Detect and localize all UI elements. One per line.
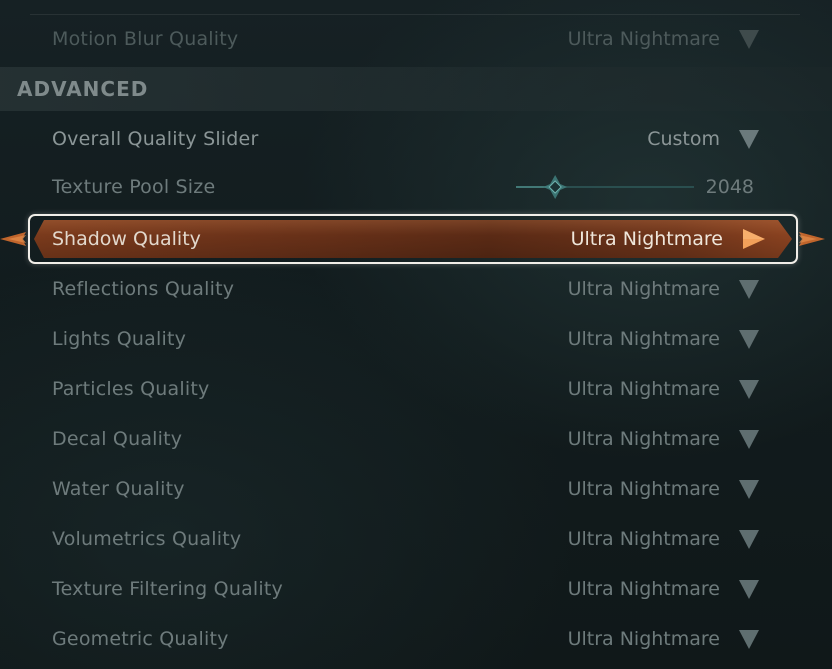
setting-label: Texture Filtering Quality [52,578,283,600]
setting-label: Volumetrics Quality [52,528,242,550]
triangle-down-icon[interactable] [736,626,762,652]
setting-value: Ultra Nightmare [567,28,720,50]
setting-value: Ultra Nightmare [567,628,720,650]
setting-row-reflections[interactable]: Reflections Quality Ultra Nightmare [30,268,798,310]
setting-label: Geometric Quality [52,628,229,650]
setting-row-volumetrics[interactable]: Volumetrics Quality Ultra Nightmare [30,518,798,560]
setting-row-lights[interactable]: Lights Quality Ultra Nightmare [30,318,798,360]
setting-label: Reflections Quality [52,278,235,300]
setting-value: Ultra Nightmare [567,328,720,350]
triangle-down-icon[interactable] [736,276,762,302]
setting-label: Overall Quality Slider [52,128,259,150]
triangle-right-icon[interactable] [740,226,768,252]
setting-row-water[interactable]: Water Quality Ultra Nightmare [30,468,798,510]
section-header-advanced: ADVANCED [0,67,832,111]
setting-value: Ultra Nightmare [567,378,720,400]
triangle-down-icon[interactable] [736,326,762,352]
setting-value: Ultra Nightmare [567,478,720,500]
setting-row-overall-quality[interactable]: Overall Quality Slider Custom [30,118,798,160]
setting-label: Water Quality [52,478,185,500]
setting-value: Custom [647,128,720,150]
triangle-down-icon[interactable] [736,26,762,52]
setting-label: Shadow Quality [52,228,201,250]
setting-value: 2048 [705,176,754,198]
triangle-down-icon[interactable] [736,126,762,152]
triangle-down-icon[interactable] [736,426,762,452]
setting-value: Ultra Nightmare [570,228,723,250]
triangle-down-icon[interactable] [736,376,762,402]
setting-value: Ultra Nightmare [567,428,720,450]
setting-label: Particles Quality [52,378,210,400]
selection-left-arrow-icon [0,232,26,246]
triangle-down-icon[interactable] [736,576,762,602]
setting-row-shadow-quality[interactable]: Shadow Quality Ultra Nightmare [28,214,798,264]
setting-row-particles[interactable]: Particles Quality Ultra Nightmare [30,368,798,410]
settings-screen: Motion Blur Quality Ultra Nightmare ADVA… [0,0,832,669]
triangle-down-icon[interactable] [736,476,762,502]
diamond-handle-icon[interactable] [543,175,568,199]
setting-value: Ultra Nightmare [567,528,720,550]
section-title: ADVANCED [17,77,149,101]
setting-label: Lights Quality [52,328,187,350]
setting-label: Texture Pool Size [52,176,216,198]
setting-value: Ultra Nightmare [567,578,720,600]
setting-row-decal[interactable]: Decal Quality Ultra Nightmare [30,418,798,460]
setting-row-geometric[interactable]: Geometric Quality Ultra Nightmare [30,618,798,660]
divider [30,14,800,15]
setting-row-texture-filtering[interactable]: Texture Filtering Quality Ultra Nightmar… [30,568,798,610]
selection-right-arrow-icon [799,232,825,246]
setting-value: Ultra Nightmare [567,278,720,300]
texture-pool-slider[interactable] [516,172,694,202]
triangle-down-icon[interactable] [736,526,762,552]
setting-label: Motion Blur Quality [52,28,239,50]
setting-row-motion-blur[interactable]: Motion Blur Quality Ultra Nightmare [30,18,798,60]
setting-row-texture-pool[interactable]: Texture Pool Size 2048 [30,166,798,208]
setting-label: Decal Quality [52,428,183,450]
